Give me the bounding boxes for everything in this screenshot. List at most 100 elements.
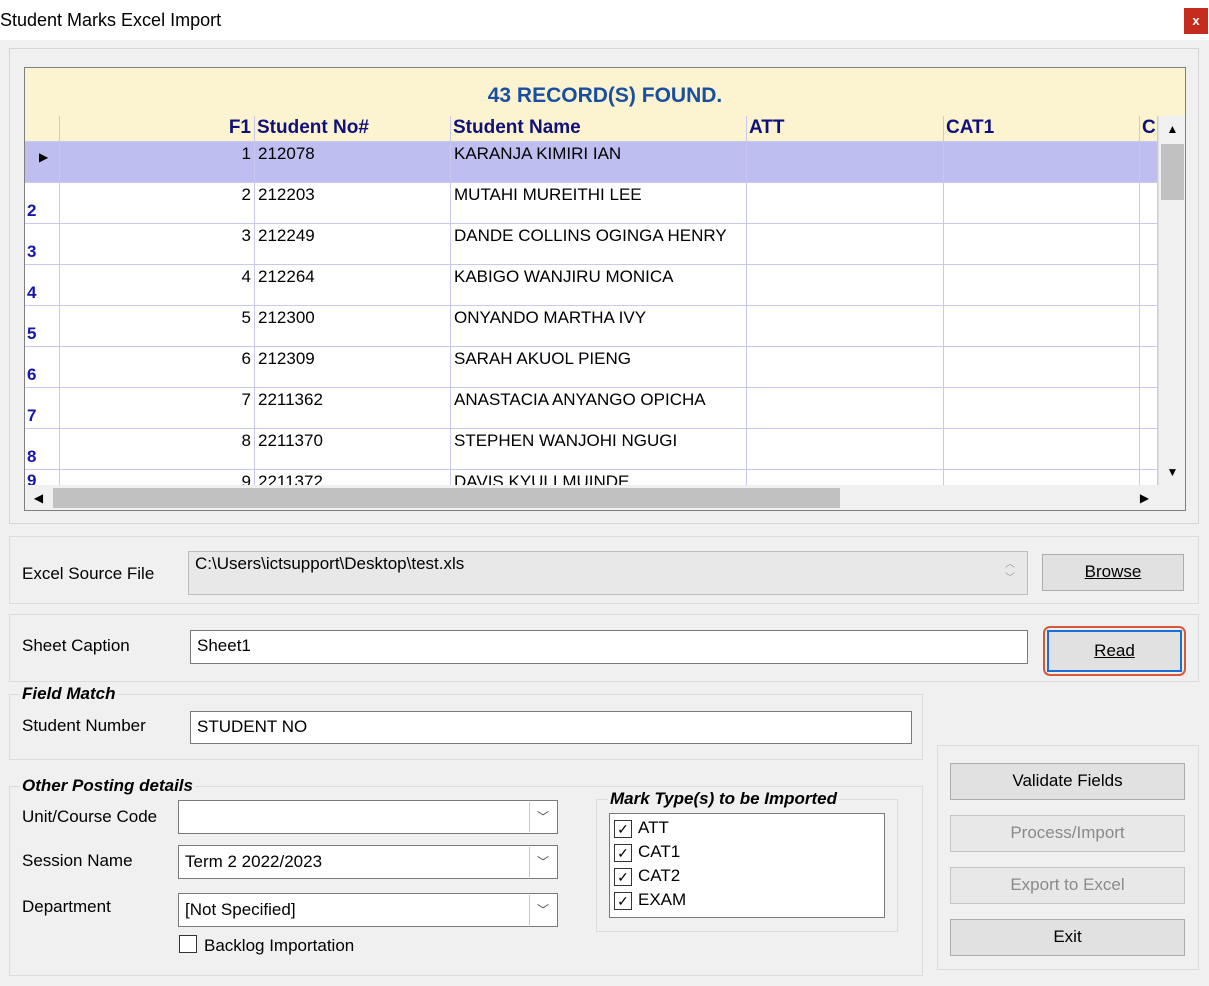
cell-cat2[interactable]	[1140, 470, 1158, 485]
cell-cat1[interactable]	[944, 306, 1140, 346]
column-header-cat2[interactable]: C	[1140, 116, 1158, 142]
cell-att[interactable]	[747, 470, 944, 485]
table-row[interactable]: 8 8 2211370 STEPHEN WANJOHI NGUGI	[25, 429, 1158, 470]
chevron-down-icon[interactable]: ﹀	[529, 847, 556, 877]
export-to-excel-button[interactable]: Export to Excel	[950, 867, 1185, 904]
checkbox-checked-icon[interactable]: ✓	[614, 892, 632, 910]
cell-f1[interactable]: 9	[60, 470, 255, 485]
student-number-input[interactable]: STUDENT NO	[190, 711, 912, 744]
cell-att[interactable]	[747, 429, 944, 469]
scroll-up-icon[interactable]: ▲	[1159, 116, 1185, 142]
cell-student-name[interactable]: KARANJA KIMIRI IAN	[451, 142, 747, 182]
vertical-scroll-thumb[interactable]	[1161, 144, 1184, 200]
column-header-att[interactable]: ATT	[747, 116, 944, 142]
cell-f1[interactable]: 1	[60, 142, 255, 182]
cell-f1[interactable]: 2	[60, 183, 255, 223]
records-grid[interactable]: 43 RECORD(S) FOUND. F1 Student No# Stude…	[24, 67, 1186, 511]
cell-student-no[interactable]: 212264	[255, 265, 451, 305]
column-header-student-no[interactable]: Student No#	[255, 116, 451, 142]
cell-student-name[interactable]: SARAH AKUOL PIENG	[451, 347, 747, 387]
cell-student-name[interactable]: DAVIS KYULI MUINDE	[451, 470, 747, 485]
row-number[interactable]: 9	[25, 470, 60, 485]
cell-f1[interactable]: 3	[60, 224, 255, 264]
cell-f1[interactable]: 7	[60, 388, 255, 428]
read-button[interactable]: Read	[1047, 630, 1182, 672]
cell-cat2[interactable]	[1140, 265, 1158, 305]
horizontal-scrollbar[interactable]: ◀ ▶	[25, 485, 1185, 510]
table-row[interactable]: 4 4 212264 KABIGO WANJIRU MONICA	[25, 265, 1158, 306]
cell-student-no[interactable]: 2211372	[255, 470, 451, 485]
cell-cat1[interactable]	[944, 347, 1140, 387]
cell-f1[interactable]: 4	[60, 265, 255, 305]
chevron-down-icon[interactable]: ﹀	[529, 802, 556, 832]
cell-cat1[interactable]	[944, 265, 1140, 305]
table-row[interactable]: 6 6 212309 SARAH AKUOL PIENG	[25, 347, 1158, 388]
cell-att[interactable]	[747, 183, 944, 223]
mark-types-list[interactable]: ✓ ATT ✓ CAT1 ✓ CAT2 ✓ EXAM	[609, 813, 885, 918]
cell-student-no[interactable]: 212309	[255, 347, 451, 387]
cell-att[interactable]	[747, 306, 944, 346]
cell-att[interactable]	[747, 142, 944, 182]
cell-cat2[interactable]	[1140, 142, 1158, 182]
department-select[interactable]: [Not Specified] ﹀	[178, 893, 558, 927]
cell-f1[interactable]: 5	[60, 306, 255, 346]
scroll-down-icon[interactable]: ▼	[1159, 459, 1185, 485]
process-import-button[interactable]: Process/Import	[950, 815, 1185, 852]
table-row[interactable]: 9 9 2211372 DAVIS KYULI MUINDE	[25, 470, 1158, 485]
mark-type-cat1[interactable]: CAT1	[638, 842, 680, 862]
cell-cat2[interactable]	[1140, 224, 1158, 264]
cell-cat2[interactable]	[1140, 388, 1158, 428]
cell-student-name[interactable]: ONYANDO MARTHA IVY	[451, 306, 747, 346]
checkbox-checked-icon[interactable]: ✓	[614, 844, 632, 862]
cell-student-no[interactable]: 212300	[255, 306, 451, 346]
horizontal-scroll-thumb[interactable]	[53, 488, 840, 508]
column-header-f1[interactable]: F1	[60, 116, 255, 142]
table-row[interactable]: 5 5 212300 ONYANDO MARTHA IVY	[25, 306, 1158, 347]
scroll-left-icon[interactable]: ◀	[25, 485, 52, 510]
backlog-label[interactable]: Backlog Importation	[204, 936, 354, 956]
cell-f1[interactable]: 8	[60, 429, 255, 469]
row-number[interactable]: 4	[25, 265, 60, 305]
cell-student-name[interactable]: STEPHEN WANJOHI NGUGI	[451, 429, 747, 469]
column-header-cat1[interactable]: CAT1	[944, 116, 1140, 142]
validate-fields-button[interactable]: Validate Fields	[950, 763, 1185, 800]
cell-student-no[interactable]: 212078	[255, 142, 451, 182]
cell-cat1[interactable]	[944, 142, 1140, 182]
cell-student-no[interactable]: 212203	[255, 183, 451, 223]
table-row[interactable]: ▶ 1 212078 KARANJA KIMIRI IAN	[25, 142, 1158, 183]
cell-student-name[interactable]: MUTAHI MUREITHI LEE	[451, 183, 747, 223]
table-row[interactable]: 7 7 2211362 ANASTACIA ANYANGO OPICHA	[25, 388, 1158, 429]
checkbox-checked-icon[interactable]: ✓	[614, 868, 632, 886]
cell-student-no[interactable]: 212249	[255, 224, 451, 264]
table-row[interactable]: 3 3 212249 DANDE COLLINS OGINGA HENRY	[25, 224, 1158, 265]
cell-student-name[interactable]: DANDE COLLINS OGINGA HENRY	[451, 224, 747, 264]
cell-student-no[interactable]: 2211370	[255, 429, 451, 469]
cell-cat2[interactable]	[1140, 429, 1158, 469]
exit-button[interactable]: Exit	[950, 919, 1185, 956]
column-header-student-name[interactable]: Student Name	[451, 116, 747, 142]
cell-att[interactable]	[747, 347, 944, 387]
cell-att[interactable]	[747, 224, 944, 264]
close-button[interactable]: x	[1184, 8, 1208, 34]
cell-f1[interactable]: 6	[60, 347, 255, 387]
mark-type-cat2[interactable]: CAT2	[638, 866, 680, 886]
table-row[interactable]: 2 2 212203 MUTAHI MUREITHI LEE	[25, 183, 1158, 224]
row-number[interactable]: 8	[25, 429, 60, 469]
browse-button[interactable]: Browse	[1042, 554, 1184, 591]
unit-code-select[interactable]: ﹀	[178, 800, 558, 834]
mark-type-att[interactable]: ATT	[638, 818, 669, 838]
cell-student-no[interactable]: 2211362	[255, 388, 451, 428]
cell-cat2[interactable]	[1140, 347, 1158, 387]
cell-cat2[interactable]	[1140, 306, 1158, 346]
chevron-down-icon[interactable]: ﹀	[529, 895, 556, 925]
vertical-scrollbar[interactable]: ▲ ▼	[1158, 116, 1185, 485]
backlog-checkbox[interactable]	[179, 935, 197, 953]
cell-cat1[interactable]	[944, 183, 1140, 223]
cell-student-name[interactable]: ANASTACIA ANYANGO OPICHA	[451, 388, 747, 428]
row-number[interactable]: 7	[25, 388, 60, 428]
cell-cat1[interactable]	[944, 429, 1140, 469]
scroll-right-icon[interactable]: ▶	[1131, 485, 1158, 510]
sheet-caption-input[interactable]: Sheet1	[190, 630, 1028, 664]
cell-att[interactable]	[747, 388, 944, 428]
checkbox-checked-icon[interactable]: ✓	[614, 820, 632, 838]
